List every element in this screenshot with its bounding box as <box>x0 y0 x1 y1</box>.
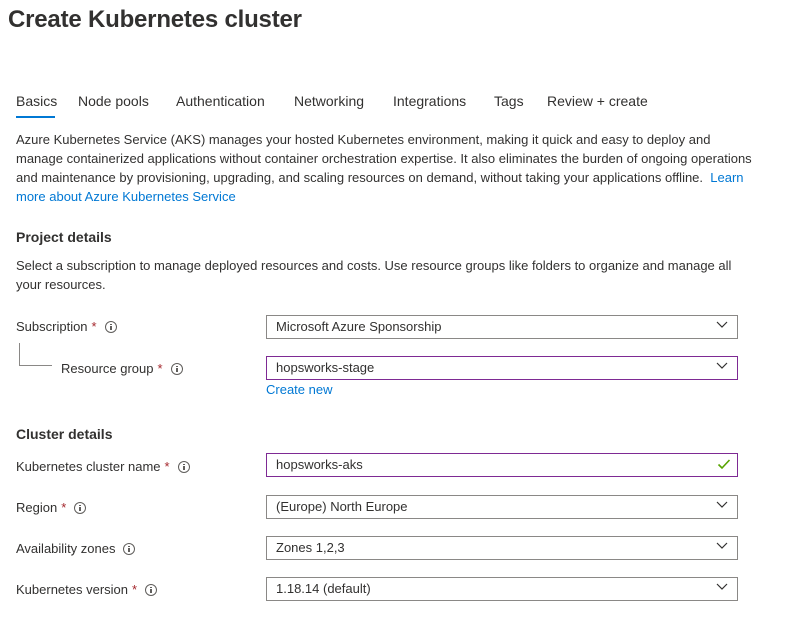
tree-connector <box>19 343 52 366</box>
resource-group-value: hopsworks-stage <box>276 360 375 375</box>
tab-review-create[interactable]: Review + create <box>547 93 648 109</box>
info-icon[interactable] <box>177 460 190 473</box>
info-icon[interactable] <box>104 320 117 333</box>
cluster-name-label-text: Kubernetes cluster name <box>16 459 161 474</box>
tab-integrations[interactable]: Integrations <box>393 93 466 109</box>
info-icon[interactable] <box>170 362 183 375</box>
availability-zones-label-text: Availability zones <box>16 541 116 556</box>
intro-text: Azure Kubernetes Service (AKS) manages y… <box>16 132 752 185</box>
project-details-description: Select a subscription to manage deployed… <box>16 258 732 292</box>
required-marker: * <box>91 319 97 334</box>
cluster-name-label: Kubernetes cluster name * <box>16 459 190 474</box>
required-marker: * <box>157 361 163 376</box>
region-dropdown[interactable]: (Europe) North Europe <box>266 495 738 519</box>
project-details-heading: Project details <box>16 229 112 245</box>
required-marker: * <box>132 582 138 597</box>
resource-group-label-text: Resource group <box>61 361 154 376</box>
kubernetes-version-label-text: Kubernetes version <box>16 582 129 597</box>
chevron-down-icon <box>716 362 728 369</box>
cluster-name-input[interactable]: hopsworks-aks <box>266 453 738 477</box>
info-icon[interactable] <box>123 542 136 555</box>
tab-tags[interactable]: Tags <box>494 93 524 109</box>
tab-networking[interactable]: Networking <box>294 93 364 109</box>
create-new-link[interactable]: Create new <box>266 382 332 397</box>
region-label-text: Region <box>16 500 58 515</box>
required-marker: * <box>61 500 67 515</box>
cluster-name-value: hopsworks-aks <box>276 457 363 472</box>
region-value: (Europe) North Europe <box>276 499 408 514</box>
subscription-label: Subscription * <box>16 319 117 334</box>
chevron-down-icon <box>716 501 728 508</box>
tab-authentication[interactable]: Authentication <box>176 93 265 109</box>
availability-zones-dropdown[interactable]: Zones 1,2,3 <box>266 536 738 560</box>
required-marker: * <box>164 459 170 474</box>
page-title: Create Kubernetes cluster <box>8 6 302 33</box>
info-icon[interactable] <box>145 583 158 596</box>
subscription-value: Microsoft Azure Sponsorship <box>276 319 442 334</box>
subscription-label-text: Subscription <box>16 319 88 334</box>
availability-zones-label: Availability zones <box>16 541 136 556</box>
tab-node-pools[interactable]: Node pools <box>78 93 149 109</box>
resource-group-label: Resource group * <box>61 361 183 376</box>
region-label: Region * <box>16 500 87 515</box>
cluster-details-heading: Cluster details <box>16 426 113 442</box>
checkmark-icon <box>717 459 731 470</box>
kubernetes-version-dropdown[interactable]: 1.18.14 (default) <box>266 577 738 601</box>
info-icon[interactable] <box>74 501 87 514</box>
kubernetes-version-value: 1.18.14 (default) <box>276 581 371 596</box>
kubernetes-version-label: Kubernetes version * <box>16 582 158 597</box>
availability-zones-value: Zones 1,2,3 <box>276 540 345 555</box>
active-tab-indicator <box>16 116 55 118</box>
chevron-down-icon <box>716 321 728 328</box>
intro-paragraph: Azure Kubernetes Service (AKS) manages y… <box>16 130 756 206</box>
subscription-dropdown[interactable]: Microsoft Azure Sponsorship <box>266 315 738 339</box>
chevron-down-icon <box>716 583 728 590</box>
resource-group-dropdown[interactable]: hopsworks-stage <box>266 356 738 380</box>
tab-basics[interactable]: Basics <box>16 93 57 109</box>
chevron-down-icon <box>716 542 728 549</box>
